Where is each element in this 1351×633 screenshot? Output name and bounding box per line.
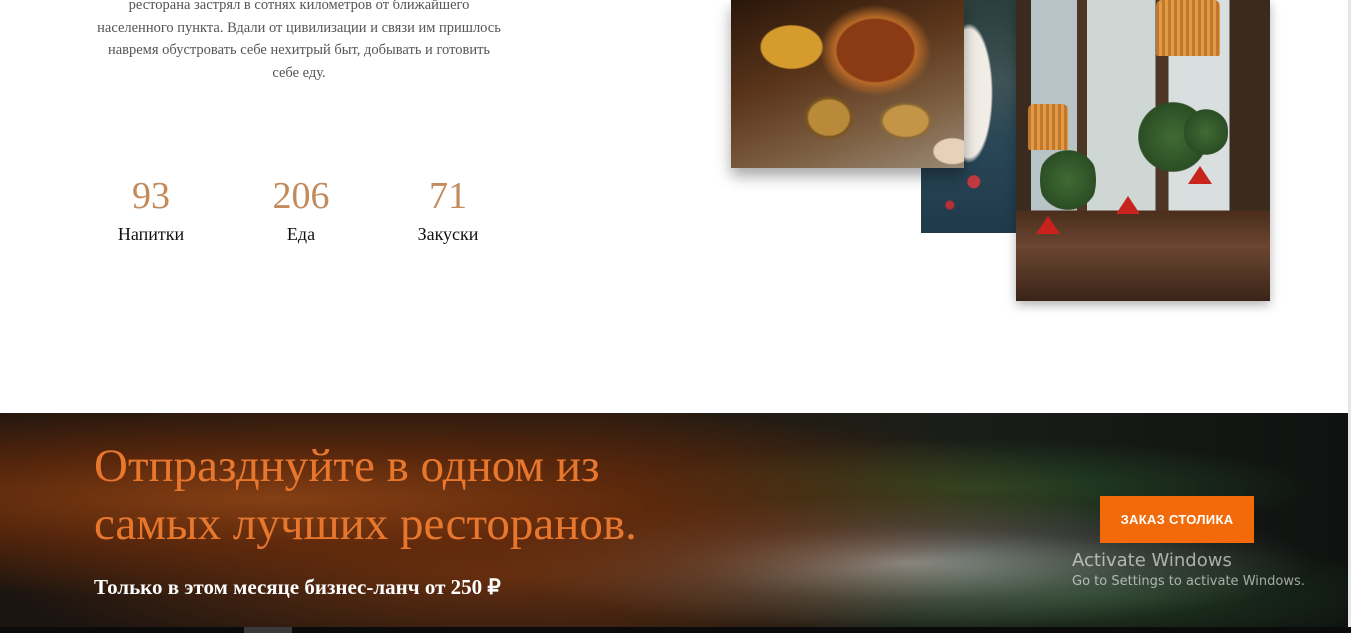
about-line: себе еду.	[272, 64, 326, 81]
stat-value: 93	[132, 175, 170, 217]
taskbar	[0, 627, 1351, 633]
about-line: навремя обустровать себе нехитрый быт, д…	[107, 42, 491, 58]
promo-banner: Отпразднуйте в одном из самых лучших рес…	[0, 413, 1351, 627]
spices-photo	[731, 0, 964, 168]
stat-label: Еда	[286, 224, 316, 244]
pendant-lamp-icon	[1156, 0, 1220, 56]
plant-icon	[1184, 102, 1228, 162]
napkin-icon	[1036, 216, 1060, 234]
napkin-icon	[1188, 166, 1212, 184]
stat-label: Напитки	[117, 224, 185, 244]
stat-food: 206 Еда	[226, 172, 376, 246]
activation-title: Activate Windows	[1072, 550, 1232, 571]
windows-activation-watermark: Activate Windows Go to Settings to activ…	[1072, 549, 1305, 591]
napkin-icon	[1116, 196, 1140, 214]
stat-value: 206	[272, 175, 330, 217]
plant-icon	[1040, 140, 1096, 220]
banner-title-line: самых лучших ресторанов.	[94, 498, 637, 550]
about-paragraph: ресторана застрял в сотнях километров от…	[64, 0, 534, 84]
banner-title-line: Отпразднуйте в одном из	[94, 440, 600, 492]
banner-title: Отпразднуйте в одном из самых лучших рес…	[94, 437, 814, 553]
book-table-button[interactable]: ЗАКАЗ СТОЛИКА	[1100, 496, 1254, 543]
activation-subtitle: Go to Settings to activate Windows.	[1072, 574, 1305, 589]
about-line: ресторана застрял в сотнях километров от…	[128, 0, 470, 13]
stats-counters: 93 Напитки 206 Еда 71 Закуски	[0, 172, 600, 262]
taskbar-app-button[interactable]	[244, 627, 292, 633]
stat-label: Закуски	[417, 224, 479, 244]
restaurant-interior-photo	[1016, 0, 1270, 301]
banner-subtitle: Только в этом месяце бизнес-ланч от 250 …	[94, 575, 501, 599]
stat-snacks: 71 Закуски	[373, 172, 523, 246]
stat-value: 71	[429, 175, 467, 217]
about-line: населенного пункта. Вдали от цивилизации…	[97, 19, 501, 36]
stat-drinks: 93 Напитки	[76, 172, 226, 246]
